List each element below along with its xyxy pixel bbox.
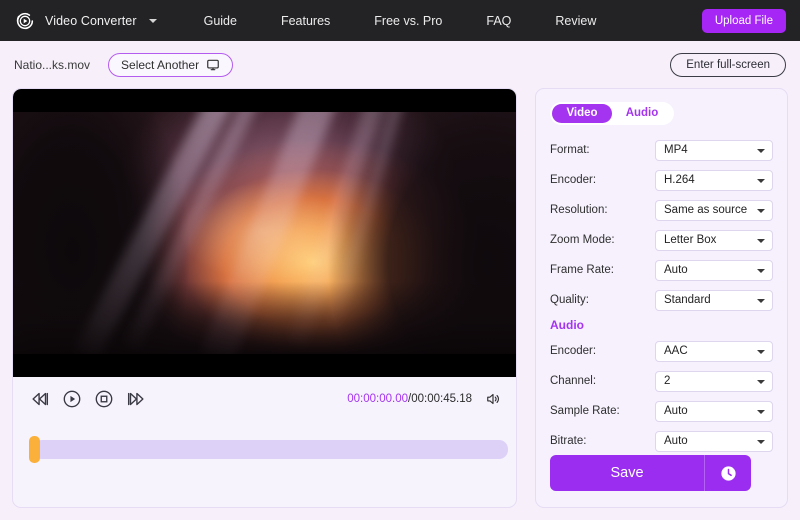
- file-bar: Natio...ks.mov Select Another Enter full…: [0, 41, 800, 88]
- skip-forward-icon[interactable]: [125, 388, 147, 410]
- setting-row-channel: Channel: 2: [550, 369, 773, 393]
- save-history-button[interactable]: [704, 455, 751, 491]
- playback-controls: 00:00:00.00/00:00:45.18: [13, 377, 516, 421]
- select-quality[interactable]: Standard: [655, 289, 773, 311]
- brand-logo-group[interactable]: Video Converter: [14, 10, 157, 32]
- video-player-panel: 00:00:00.00/00:00:45.18: [12, 88, 517, 508]
- current-filename: Natio...ks.mov: [14, 57, 91, 72]
- select-sample-rate[interactable]: Auto: [655, 400, 773, 422]
- setting-row-resolution: Resolution: Same as source: [550, 198, 773, 222]
- setting-row-audio-encoder: Encoder: AAC: [550, 339, 773, 363]
- timecode-display: 00:00:00.00/00:00:45.18: [347, 390, 502, 408]
- nav-link-free-vs-pro[interactable]: Free vs. Pro: [374, 14, 442, 28]
- setting-row-zoom-mode: Zoom Mode: Letter Box: [550, 228, 773, 252]
- label-sample-rate: Sample Rate:: [550, 405, 620, 417]
- total-time: 00:00:45.18: [411, 393, 472, 405]
- skip-backward-icon[interactable]: [29, 388, 51, 410]
- trim-bar[interactable]: [29, 433, 508, 467]
- trim-start-handle[interactable]: [29, 436, 40, 463]
- settings-tab-switcher: Video Audio: [550, 102, 674, 125]
- select-channel-value: 2: [664, 375, 671, 387]
- chevron-down-icon: [757, 349, 765, 354]
- setting-row-video-encoder: Encoder: H.264: [550, 168, 773, 192]
- select-bitrate-value: Auto: [664, 435, 688, 447]
- select-resolution[interactable]: Same as source: [655, 199, 773, 221]
- select-another-button[interactable]: Select Another: [108, 52, 234, 77]
- select-format-value: MP4: [664, 144, 688, 156]
- label-resolution: Resolution:: [550, 204, 608, 216]
- save-button-group: Save: [550, 455, 751, 491]
- select-frame-rate[interactable]: Auto: [655, 259, 773, 281]
- nav-link-review[interactable]: Review: [555, 14, 596, 28]
- top-navigation-bar: Video Converter Guide Features Free vs. …: [0, 0, 800, 41]
- chevron-down-icon: [757, 208, 765, 213]
- clock-icon: [720, 465, 736, 481]
- save-button[interactable]: Save: [550, 455, 704, 491]
- speaker-icon[interactable]: [484, 390, 502, 408]
- label-format: Format:: [550, 144, 590, 156]
- trim-track[interactable]: [33, 440, 508, 459]
- select-bitrate[interactable]: Auto: [655, 430, 773, 452]
- stop-circle-icon[interactable]: [93, 388, 115, 410]
- setting-row-format: Format: MP4: [550, 138, 773, 162]
- select-video-encoder-value: H.264: [664, 174, 695, 186]
- select-another-label: Select Another: [121, 57, 200, 72]
- label-zoom-mode: Zoom Mode:: [550, 234, 615, 246]
- chevron-down-icon: [757, 298, 765, 303]
- tab-audio[interactable]: Audio: [612, 104, 672, 123]
- play-circle-icon[interactable]: [61, 388, 83, 410]
- nav-link-faq[interactable]: FAQ: [486, 14, 511, 28]
- video-surface[interactable]: [13, 89, 516, 377]
- audio-section-heading: Audio: [550, 318, 584, 332]
- chevron-down-icon[interactable]: [148, 18, 157, 23]
- label-frame-rate: Frame Rate:: [550, 264, 614, 276]
- setting-row-frame-rate: Frame Rate: Auto: [550, 258, 773, 282]
- label-channel: Channel:: [550, 375, 597, 387]
- chevron-down-icon: [757, 379, 765, 384]
- select-audio-encoder-value: AAC: [664, 345, 688, 357]
- chevron-down-icon: [757, 439, 765, 444]
- chevron-down-icon: [757, 148, 765, 153]
- nav-link-features[interactable]: Features: [281, 14, 330, 28]
- select-zoom-mode[interactable]: Letter Box: [655, 229, 773, 251]
- tab-video[interactable]: Video: [552, 104, 612, 123]
- upload-file-button[interactable]: Upload File: [701, 8, 786, 33]
- select-video-encoder[interactable]: H.264: [655, 169, 773, 191]
- enter-fullscreen-button[interactable]: Enter full-screen: [670, 52, 786, 77]
- brand-name: Video Converter: [45, 13, 137, 28]
- label-audio-encoder: Encoder:: [550, 345, 597, 357]
- chevron-down-icon: [757, 268, 765, 273]
- chevron-down-icon: [757, 238, 765, 243]
- setting-row-bitrate: Bitrate: Auto: [550, 429, 773, 453]
- label-bitrate: Bitrate:: [550, 435, 587, 447]
- nav-link-guide[interactable]: Guide: [204, 14, 237, 28]
- select-sample-rate-value: Auto: [664, 405, 688, 417]
- select-zoom-mode-value: Letter Box: [664, 234, 717, 246]
- select-channel[interactable]: 2: [655, 370, 773, 392]
- main-stage: 00:00:00.00/00:00:45.18 Video Audio Form…: [0, 88, 800, 508]
- setting-row-quality: Quality: Standard: [550, 288, 773, 312]
- play-circle-rotate-icon: [16, 12, 34, 29]
- chevron-down-icon: [757, 409, 765, 414]
- video-frame: [13, 112, 516, 354]
- chevron-down-icon: [757, 178, 765, 183]
- select-quality-value: Standard: [664, 294, 711, 306]
- setting-row-sample-rate: Sample Rate: Auto: [550, 399, 773, 423]
- select-frame-rate-value: Auto: [664, 264, 688, 276]
- settings-panel: Video Audio Format: MP4 Encoder: H.264 R…: [535, 88, 788, 508]
- select-format[interactable]: MP4: [655, 139, 773, 161]
- monitor-icon: [207, 59, 219, 70]
- select-resolution-value: Same as source: [664, 204, 748, 216]
- current-time: 00:00:00.00: [347, 393, 409, 405]
- select-audio-encoder[interactable]: AAC: [655, 340, 773, 362]
- label-quality: Quality:: [550, 294, 589, 306]
- label-video-encoder: Encoder:: [550, 174, 597, 186]
